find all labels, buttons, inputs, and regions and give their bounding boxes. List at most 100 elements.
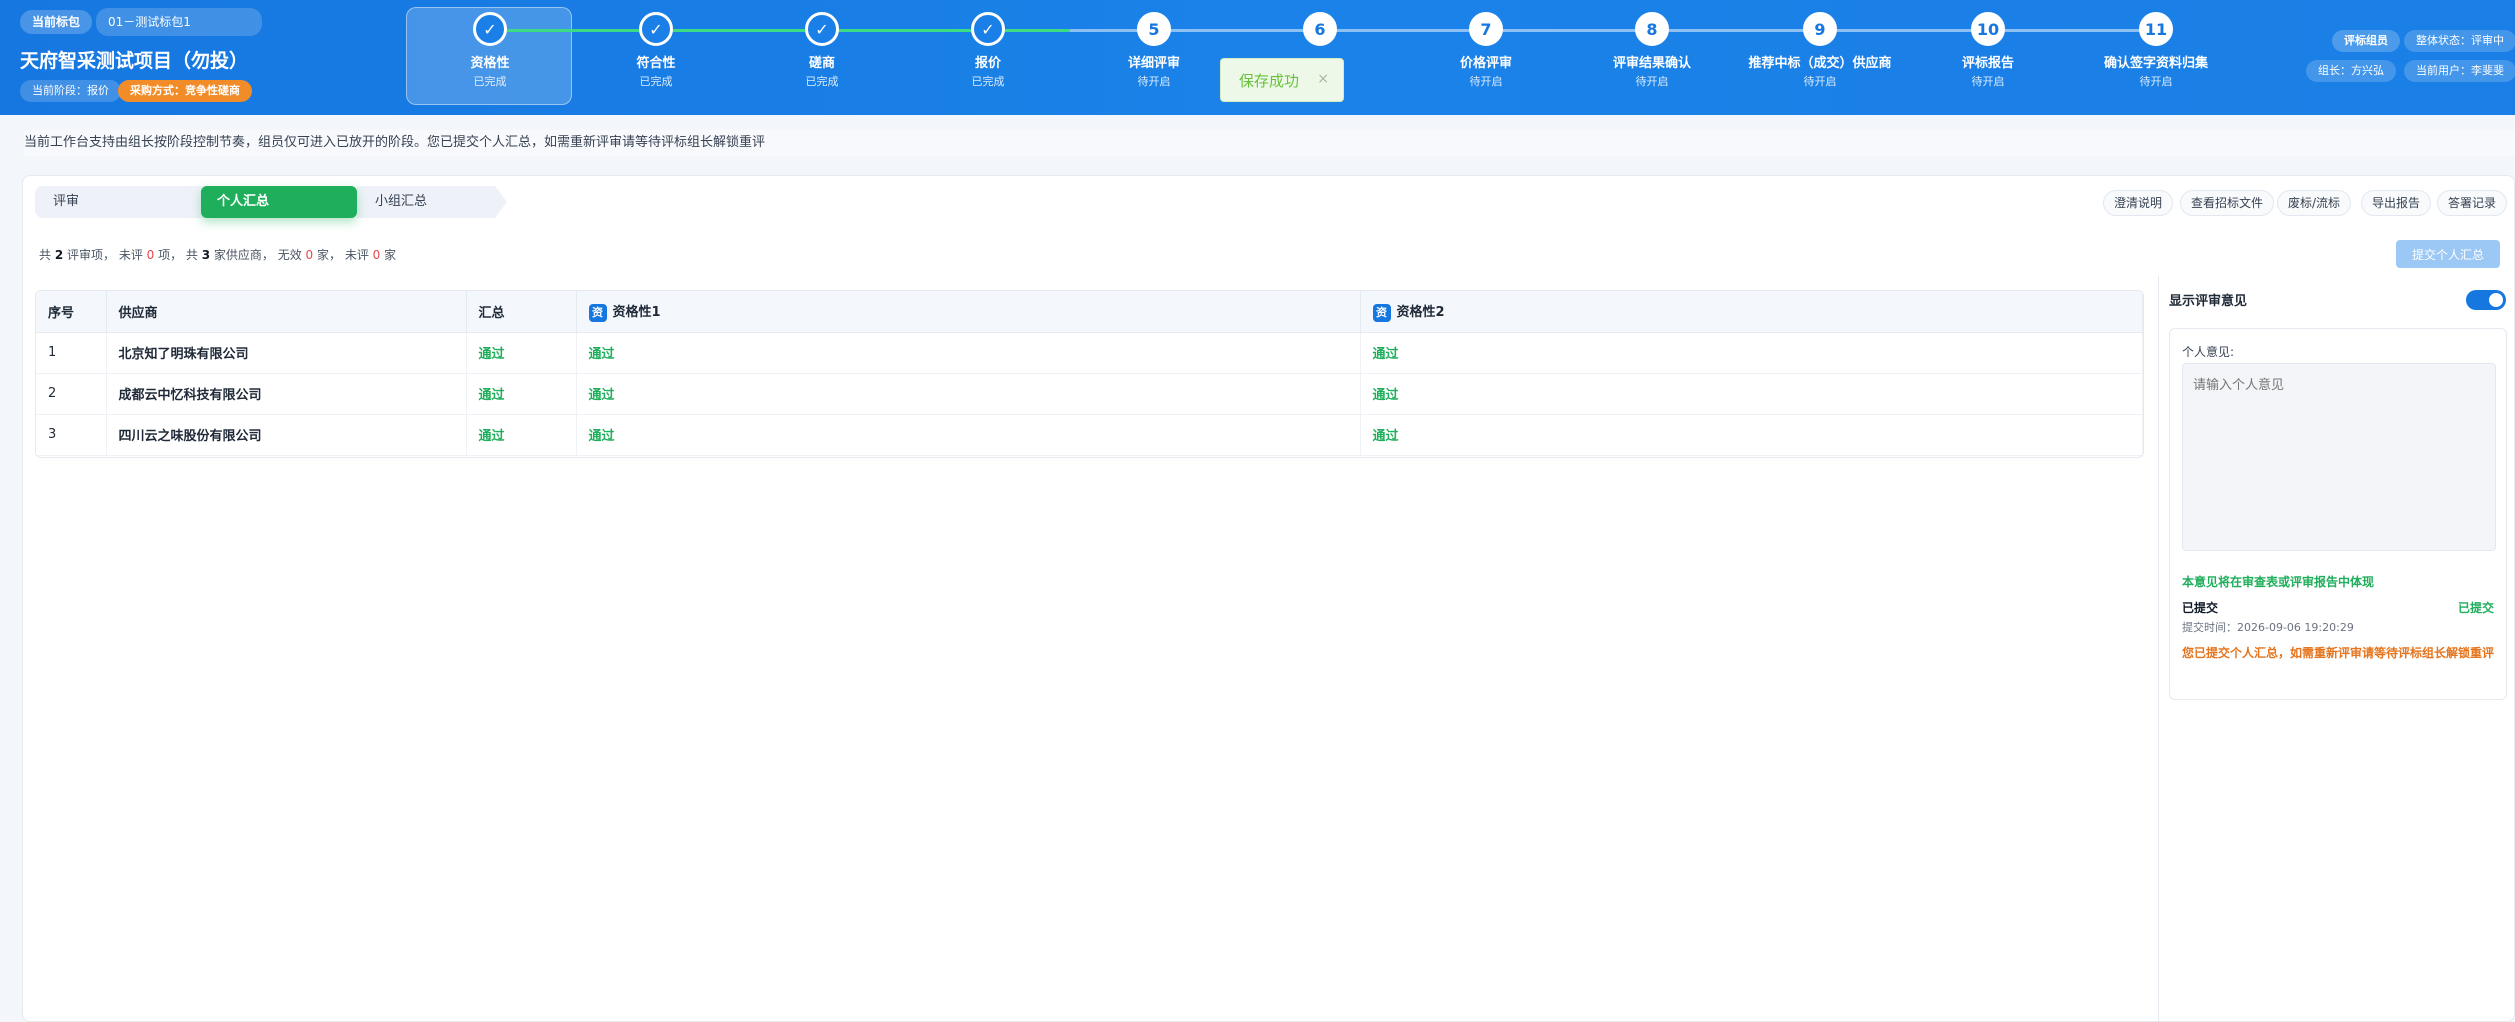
step-name: 价格评审 (1459, 56, 1512, 71)
col-total: 汇总 (466, 291, 577, 333)
step-5[interactable]: 5 详细评审待开启 (1069, 12, 1239, 89)
step-8[interactable]: 8 评审结果确认 待开启 (1567, 12, 1737, 89)
step-1[interactable]: ✓ 资格性已完成 (405, 12, 575, 89)
notice-bar: 当前工作台支持由组长按阶段控制节奏，组员仅可进入已放开的阶段。您已提交个人汇总，… (24, 130, 2515, 156)
cell-q2: 通过 (1360, 332, 2143, 374)
package-selector[interactable]: 01－测试标包1 (96, 8, 262, 36)
table-row[interactable]: 1 北京知了明珠有限公司 通过 通过 通过 (36, 332, 2143, 374)
step-name: 资格性 (470, 56, 510, 71)
cell-supplier: 成都云中忆科技有限公司 (106, 373, 467, 415)
step-status: 已完成 (805, 75, 839, 88)
cell-supplier: 北京知了明珠有限公司 (106, 332, 467, 374)
save-success-toast: 保存成功 × (1220, 58, 1344, 102)
abolish-bid-button[interactable]: 废标/流标 (2277, 190, 2352, 216)
cell-total: 通过 (466, 332, 577, 374)
check-icon: ✓ (805, 12, 839, 46)
close-icon[interactable]: × (1317, 71, 1329, 87)
step-status: 待开启 (1971, 75, 2005, 88)
step-status: 待开启 (2139, 75, 2173, 88)
step-9[interactable]: 9 推荐中标（成交）供应商 待开启 (1735, 12, 1905, 89)
role-badge: 评标组员 (2332, 30, 2400, 52)
procurement-method-badge: 采购方式：竞争性磋商 (118, 80, 252, 102)
export-report-button[interactable]: 导出报告 (2361, 190, 2432, 216)
cell-idx: 3 (36, 414, 107, 456)
cell-total: 通过 (466, 414, 577, 456)
resubmit-warning: 您已提交个人汇总，如需重新评审请等待评标组长解锁重评 (2182, 646, 2495, 660)
step-3[interactable]: ✓ 磋商已完成 (737, 12, 907, 89)
current-stage-badge: 当前阶段：报价 (20, 80, 121, 102)
review-summary: 共 2 评审项， 未评 0 项， 共 3 家供应商， 无效 0 家， 未评 0 … (39, 248, 397, 262)
show-opinion-toggle[interactable] (2466, 290, 2506, 310)
step-name: 报价 (974, 56, 1001, 71)
overall-status-badge: 整体状态：评审中 (2404, 30, 2515, 52)
show-opinion-label: 显示评审意见 (2169, 294, 2248, 309)
current-user-badge: 当前用户：李斐斐 (2404, 60, 2515, 82)
cell-q1: 通过 (576, 373, 1361, 415)
step-status: 已完成 (971, 75, 1005, 88)
view-tender-doc-button[interactable]: 查看招标文件 (2180, 190, 2275, 216)
step-name: 评标报告 (1961, 56, 2014, 71)
personal-opinion-input[interactable] (2182, 363, 2496, 551)
step-name: 评审结果确认 (1612, 56, 1691, 71)
leader-badge: 组长：方兴弘 (2306, 60, 2396, 82)
submitted-label: 已提交 (2182, 601, 2219, 615)
submit-personal-summary-button[interactable]: 提交个人汇总 (2396, 240, 2500, 268)
step-name: 详细评审 (1127, 56, 1180, 71)
table-row[interactable]: 2 成都云中忆科技有限公司 通过 通过 通过 (36, 373, 2143, 415)
col-supplier: 供应商 (106, 291, 467, 333)
signature-records-button[interactable]: 答署记录 (2437, 190, 2508, 216)
toast-message: 保存成功 (1239, 71, 1300, 90)
col-index: 序号 (36, 291, 107, 333)
step-number: 9 (1803, 12, 1837, 46)
cell-q1: 通过 (576, 332, 1361, 374)
step-status: 待开启 (1635, 75, 1669, 88)
main-panel: 评审 小组汇总 个人汇总 澄清说明 查看招标文件 废标/流标 导出报告 答署记录… (22, 175, 2515, 1022)
submitted-status-tag: 已提交 (2457, 601, 2494, 615)
step-4[interactable]: ✓ 报价 已完成 (903, 12, 1073, 89)
step-status: 待开启 (1469, 75, 1503, 88)
step-name: 推荐中标（成交）供应商 (1748, 56, 1892, 71)
table-row[interactable]: 3 四川云之味股份有限公司 通过 通过 通过 (36, 414, 2143, 456)
tab-group-summary[interactable]: 小组汇总 (357, 186, 507, 218)
step-number: 5 (1137, 12, 1171, 46)
step-number: 7 (1469, 12, 1503, 46)
tab-personal-summary[interactable]: 个人汇总 (201, 186, 357, 218)
cell-idx: 1 (36, 332, 107, 374)
step-name: 确认签字资料归集 (2103, 56, 2208, 71)
project-title: 天府智采测试项目（勿投） (20, 50, 249, 72)
step-10[interactable]: 10 评标报告待开启 (1903, 12, 2073, 89)
qualification-icon: 资 (1372, 303, 1391, 322)
clarification-button[interactable]: 澄清说明 (2103, 190, 2174, 216)
cell-supplier: 四川云之味股份有限公司 (106, 414, 467, 456)
cell-idx: 2 (36, 373, 107, 415)
step-7[interactable]: 7 价格评审待开启 (1401, 12, 1571, 89)
step-number: 11 (2139, 12, 2173, 46)
step-number: 6 (1303, 12, 1337, 46)
submit-time: 提交时间：2026-09-06 19:20:29 (2182, 621, 2354, 634)
step-name: 符合性 (636, 56, 676, 71)
step-2[interactable]: ✓ 符合性 已完成 (571, 12, 741, 89)
step-6[interactable]: 6 (1235, 12, 1405, 52)
step-status: 待开启 (1137, 75, 1171, 88)
cell-q2: 通过 (1360, 414, 2143, 456)
cell-q1: 通过 (576, 414, 1361, 456)
current-package-label: 当前标包 (20, 10, 93, 34)
step-number: 10 (1971, 12, 2005, 46)
step-status: 待开启 (1803, 75, 1837, 88)
opinion-label: 个人意见: (2182, 345, 2235, 359)
step-11[interactable]: 11 确认签字资料归集 待开启 (2071, 12, 2241, 89)
opinion-sidebar: 显示评审意见 个人意见: 本意见将在审查表或评审报告中体现 已提交 已提交 提交… (2158, 276, 2515, 1022)
table-header-row: 序号 供应商 汇总 资资格性1 资资格性2 (36, 291, 2143, 333)
opinion-card: 个人意见: 本意见将在审查表或评审报告中体现 已提交 已提交 提交时间：2026… (2169, 328, 2507, 700)
qualification-icon: 资 (588, 303, 607, 322)
cell-q2: 通过 (1360, 373, 2143, 415)
step-status: 已完成 (473, 75, 507, 88)
opinion-hint: 本意见将在审查表或评审报告中体现 (2182, 575, 2375, 589)
col-qualification-2: 资资格性2 (1360, 291, 2143, 333)
step-name: 磋商 (808, 56, 835, 71)
check-icon: ✓ (473, 12, 507, 46)
col-qualification-1: 资资格性1 (576, 291, 1361, 333)
tab-review[interactable]: 评审 (35, 186, 215, 218)
toggle-knob (2489, 293, 2503, 307)
step-number: 8 (1635, 12, 1669, 46)
